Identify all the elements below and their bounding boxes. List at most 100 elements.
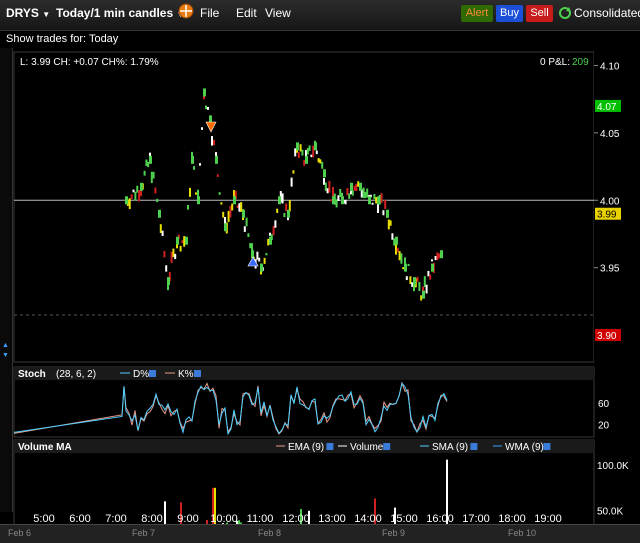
price-candle bbox=[409, 276, 412, 284]
price-candle bbox=[387, 219, 390, 230]
sell-button[interactable]: Sell bbox=[526, 5, 553, 22]
price-point bbox=[287, 209, 290, 218]
price-candle bbox=[353, 185, 356, 191]
chart-area[interactable]: 4.10 4.05 4.00 3.95 L: 3.99 CH: +0.07 CH%: … bbox=[0, 48, 640, 542]
price-candle bbox=[330, 199, 333, 202]
price-candle bbox=[163, 251, 166, 258]
price-candle bbox=[371, 202, 374, 205]
date-label: Feb 6 bbox=[8, 528, 32, 538]
price-candle bbox=[243, 226, 246, 232]
consolidated-label[interactable]: Consolidated bbox=[574, 6, 640, 20]
price-point bbox=[125, 196, 128, 205]
refresh-icon[interactable] bbox=[558, 6, 572, 20]
stoch-tick-label: 20 bbox=[598, 420, 610, 431]
price-candle bbox=[366, 188, 369, 198]
price-candle bbox=[213, 139, 215, 146]
price-candle bbox=[328, 180, 331, 193]
menu-edit[interactable]: Edit bbox=[236, 6, 257, 20]
price-candle bbox=[227, 210, 230, 222]
price-candle bbox=[306, 148, 309, 155]
price-candle bbox=[207, 106, 209, 110]
price-candle bbox=[393, 238, 396, 246]
price-candle bbox=[152, 171, 155, 179]
buy-button[interactable]: Buy bbox=[496, 5, 523, 22]
symbol-label: DRYS bbox=[6, 6, 39, 20]
price-candle bbox=[384, 200, 387, 209]
volume-title: Volume MA bbox=[18, 442, 72, 453]
price-candle bbox=[438, 253, 441, 259]
volume-legend-label: SMA (9) bbox=[432, 442, 468, 453]
price-candle bbox=[362, 187, 365, 199]
price-candle bbox=[317, 158, 320, 163]
d-checkbox[interactable] bbox=[149, 370, 156, 377]
price-candle bbox=[263, 257, 266, 264]
price-candle bbox=[288, 200, 291, 212]
symbol-selector[interactable]: DRYS ▼ bbox=[6, 6, 50, 20]
price-candle bbox=[147, 161, 150, 168]
price-candle bbox=[308, 145, 311, 151]
price-candle bbox=[143, 170, 146, 176]
volume-legend-checkbox[interactable] bbox=[543, 443, 551, 450]
price-candle bbox=[220, 202, 223, 205]
price-point bbox=[224, 223, 227, 232]
timeframe-selector[interactable]: Today/1 min candles ▼ bbox=[56, 6, 184, 20]
price-point bbox=[368, 196, 371, 205]
price-candle bbox=[326, 188, 329, 194]
price-candle bbox=[224, 217, 226, 225]
crosshair-icon[interactable] bbox=[178, 3, 194, 19]
k-checkbox[interactable] bbox=[194, 370, 201, 377]
price-candle bbox=[377, 203, 379, 214]
price-candle bbox=[256, 251, 259, 260]
menu-file[interactable]: File bbox=[200, 6, 219, 20]
volume-legend-checkbox[interactable] bbox=[326, 443, 334, 450]
date-label: Feb 7 bbox=[132, 528, 156, 538]
price-candle bbox=[199, 163, 201, 166]
price-point bbox=[404, 263, 407, 272]
price-candle bbox=[319, 159, 322, 164]
price-candle bbox=[389, 220, 392, 226]
price-candle bbox=[132, 189, 135, 193]
price-candle bbox=[172, 248, 175, 258]
price-candle bbox=[183, 236, 186, 247]
stoch-legend-k: K% bbox=[178, 369, 194, 380]
menu-view[interactable]: View bbox=[265, 6, 291, 20]
price-candle bbox=[423, 276, 426, 288]
price-candle bbox=[170, 251, 173, 264]
price-candle bbox=[193, 166, 195, 170]
price-point bbox=[167, 277, 170, 286]
price-candle bbox=[283, 212, 286, 218]
volume-tick-label: 50.0K bbox=[597, 507, 623, 518]
stoch-header bbox=[14, 367, 594, 380]
price-candle bbox=[231, 203, 234, 211]
price-point bbox=[386, 209, 389, 218]
price-candle bbox=[292, 170, 295, 174]
window-titlebar: DRYS ▼ Today/1 min candles ▼ File Edit V… bbox=[0, 0, 640, 31]
price-tick-label: 4.00 bbox=[600, 196, 620, 207]
price-candle bbox=[373, 194, 376, 200]
price-candle bbox=[290, 177, 293, 187]
price-candle bbox=[240, 202, 243, 212]
volume-legend-checkbox[interactable] bbox=[383, 443, 391, 450]
price-point bbox=[176, 236, 179, 245]
price-candle bbox=[420, 295, 423, 301]
price-candle bbox=[201, 127, 203, 130]
date-label: Feb 10 bbox=[508, 528, 537, 538]
price-candle bbox=[138, 190, 141, 202]
show-trades-label[interactable]: Show trades for: Today bbox=[6, 33, 118, 45]
price-tick-label: 4.05 bbox=[600, 129, 620, 140]
price-point bbox=[422, 290, 425, 299]
price-badge-label: 4.07 bbox=[597, 102, 617, 113]
price-point bbox=[149, 155, 152, 164]
date-scrollbar[interactable]: Feb 6 Feb 7 Feb 8 Feb 9 Feb 10 bbox=[0, 524, 640, 543]
price-candle bbox=[174, 253, 177, 260]
alert-button[interactable]: Alert bbox=[461, 5, 493, 22]
date-label: Feb 8 bbox=[258, 528, 282, 538]
price-candle bbox=[418, 282, 421, 292]
price-candle bbox=[337, 195, 340, 202]
price-candle bbox=[205, 105, 207, 110]
volume-legend-checkbox[interactable] bbox=[470, 443, 478, 450]
price-candle bbox=[434, 256, 437, 261]
price-candle bbox=[431, 259, 433, 262]
pnl-value: 209 bbox=[572, 57, 589, 68]
price-candle bbox=[411, 282, 414, 287]
